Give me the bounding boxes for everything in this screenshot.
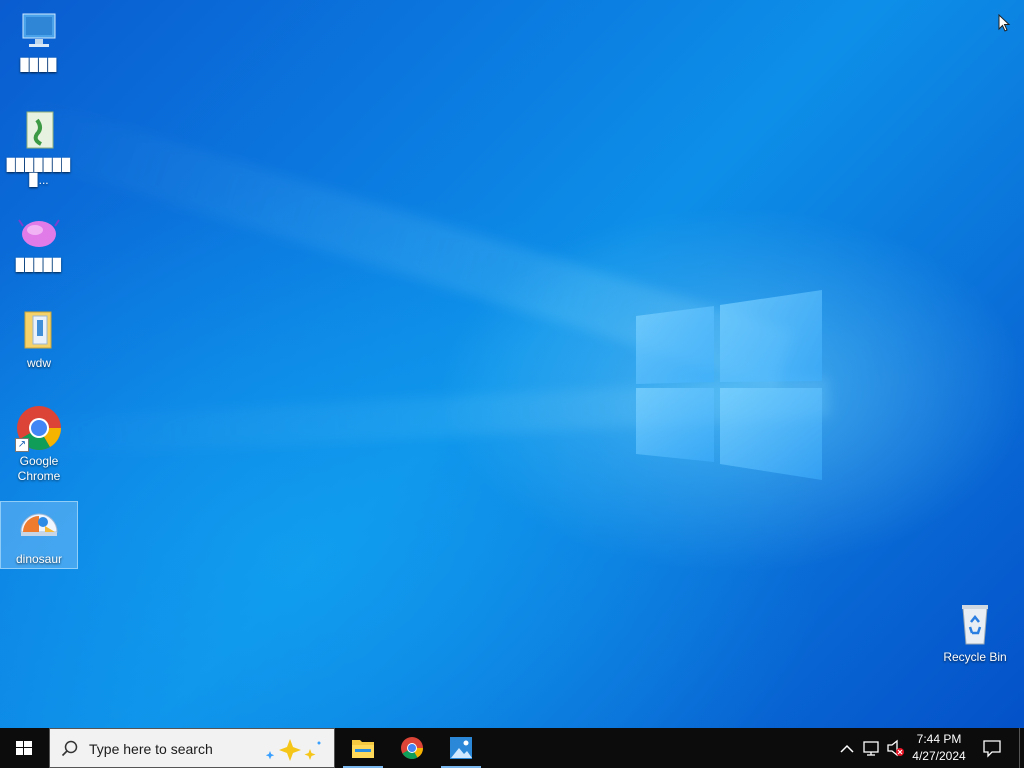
desktop-icon-label: Google Chrome <box>17 454 61 483</box>
taskbar: Type here to search 7:44 PM 4/27/2024 <box>0 728 1024 768</box>
desktop-icon-label: dinosaur <box>15 552 63 566</box>
desktop-icon-label: ▉▉▉▉ <box>20 58 58 72</box>
desktop-icon-label: wdw <box>26 356 51 370</box>
chrome-icon <box>401 737 423 759</box>
action-center-notification-icon[interactable] <box>979 728 1005 768</box>
taskbar-clock[interactable]: 7:44 PM 4/27/2024 <box>904 731 974 765</box>
taskbar-search-box[interactable]: Type here to search <box>49 728 335 768</box>
folder-icon <box>15 306 63 354</box>
app-blob-icon <box>15 208 63 256</box>
desktop-icon-label: ▉▉▉▉▉▉▉▉... <box>6 158 72 187</box>
desktop-icon-label: ▉▉▉▉▉ <box>15 258 63 272</box>
taskbar-photos[interactable] <box>441 728 481 768</box>
network-icon[interactable] <box>861 728 881 768</box>
desktop-icon-this-pc[interactable]: ▉▉▉▉ <box>1 8 77 73</box>
search-icon <box>61 740 78 757</box>
desktop-icon-wdw[interactable]: wdw <box>1 306 77 371</box>
desktop-background: ▉▉▉▉ ▉▉▉▉▉▉▉▉... ▉▉▉▉▉ wdw ↗ Google Chro… <box>0 0 1024 728</box>
document-icon <box>15 108 63 156</box>
monitor-icon <box>15 8 63 56</box>
dinosaur-app-icon <box>15 502 63 550</box>
start-button[interactable] <box>0 728 48 768</box>
recycle-bin-icon <box>951 600 999 648</box>
windows-start-icon <box>16 741 32 755</box>
search-highlight-sparkle-icon <box>265 739 321 761</box>
chrome-icon: ↗ <box>15 404 63 452</box>
search-placeholder: Type here to search <box>89 741 213 757</box>
taskbar-google-chrome[interactable] <box>392 728 432 768</box>
mouse-pointer-icon <box>998 14 1011 32</box>
taskbar-file-explorer[interactable] <box>343 728 383 768</box>
folder-icon <box>352 740 374 758</box>
clock-date: 4/27/2024 <box>912 749 966 763</box>
windows-logo-wallpaper <box>636 290 822 480</box>
desktop-icon-label: Recycle Bin <box>943 650 1007 664</box>
clock-time: 7:44 PM <box>916 732 962 746</box>
show-hidden-icons-chevron-up-icon[interactable] <box>838 728 856 768</box>
shortcut-arrow-icon: ↗ <box>15 438 29 452</box>
desktop-icon-app[interactable]: ▉▉▉▉▉ <box>1 208 77 273</box>
desktop-icon-recycle-bin[interactable]: Recycle Bin <box>937 600 1013 665</box>
show-desktop-button[interactable] <box>1019 728 1020 768</box>
photos-icon <box>450 737 472 759</box>
desktop-icon-document[interactable]: ▉▉▉▉▉▉▉▉... <box>1 108 77 188</box>
desktop-icon-dinosaur[interactable]: dinosaur <box>0 501 78 569</box>
desktop-icon-google-chrome[interactable]: ↗ Google Chrome <box>1 404 77 484</box>
